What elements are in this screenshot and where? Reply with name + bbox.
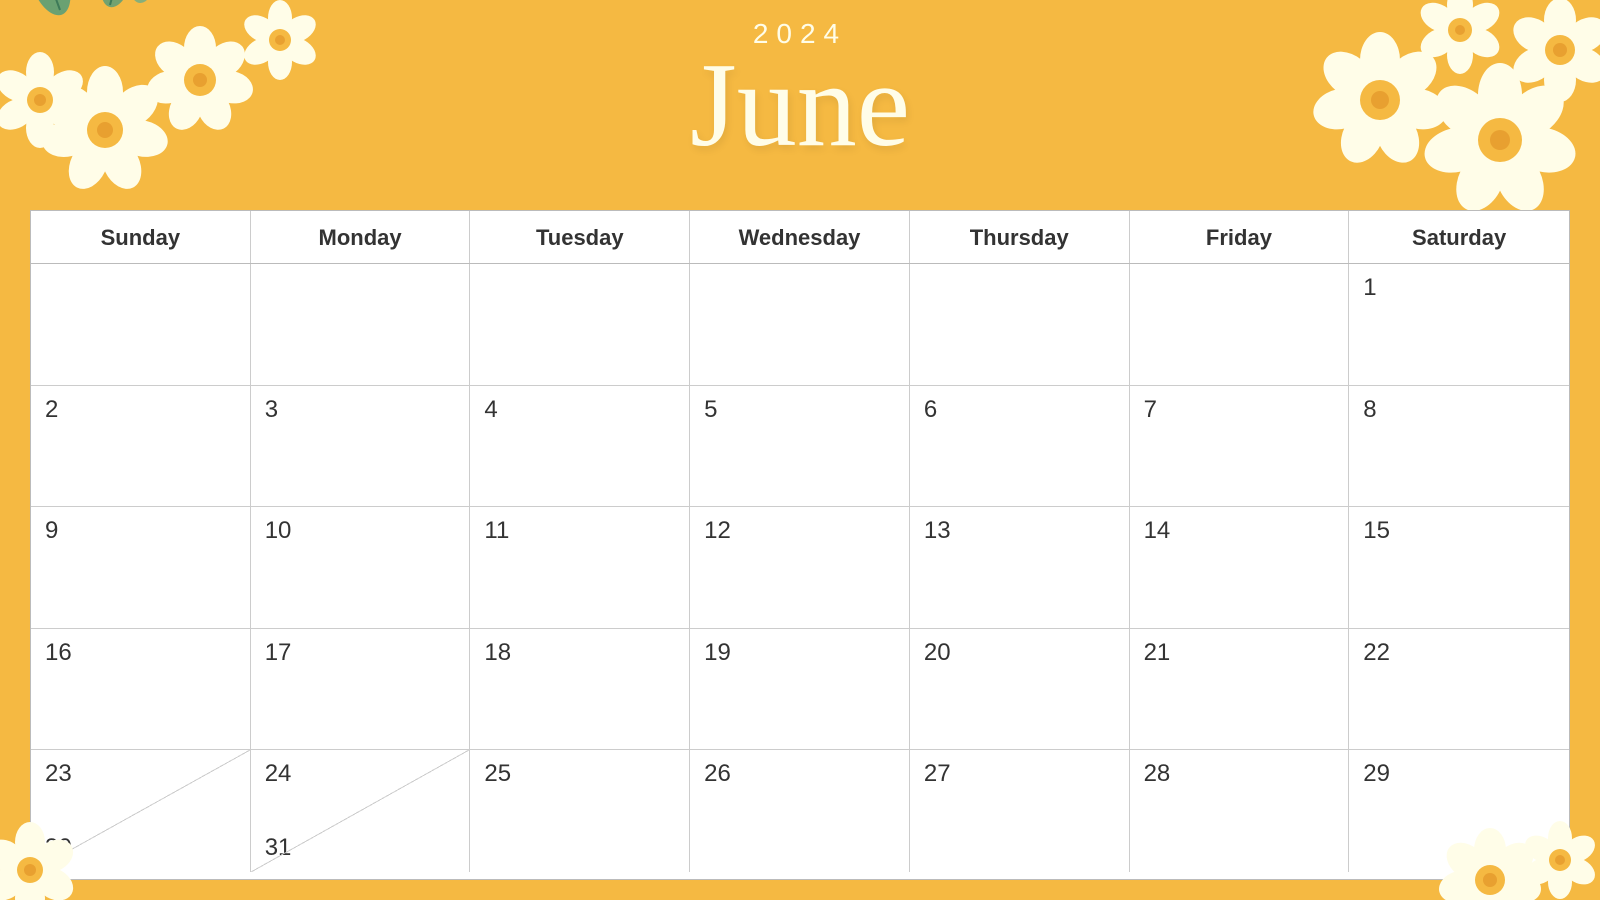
cell-29: 29 [1349,750,1569,872]
cell-2: 2 [31,386,251,508]
cell-26: 26 [690,750,910,872]
cell-empty-4 [690,264,910,386]
cell-10: 10 [251,507,471,629]
cell-12: 12 [690,507,910,629]
header-sunday: Sunday [31,211,251,263]
cell-15: 15 [1349,507,1569,629]
header-monday: Monday [251,211,471,263]
cell-18: 18 [470,629,690,751]
cell-27: 27 [910,750,1130,872]
cell-19: 19 [690,629,910,751]
cell-11: 11 [470,507,690,629]
cell-4: 4 [470,386,690,508]
calendar-cells: 1 2 3 4 5 6 7 8 9 10 11 12 13 14 15 16 1… [31,264,1569,872]
header-thursday: Thursday [910,211,1130,263]
header-friday: Friday [1130,211,1350,263]
cell-17: 17 [251,629,471,751]
cell-24-31: 24 31 [251,750,471,872]
cell-23-30: 23 30 [31,750,251,872]
cell-empty-6 [1130,264,1350,386]
day-headers: Sunday Monday Tuesday Wednesday Thursday… [31,211,1569,264]
cell-28: 28 [1130,750,1350,872]
cell-22: 22 [1349,629,1569,751]
cell-empty-5 [910,264,1130,386]
header-wednesday: Wednesday [690,211,910,263]
cell-25: 25 [470,750,690,872]
cell-21: 21 [1130,629,1350,751]
cell-13: 13 [910,507,1130,629]
cell-8: 8 [1349,386,1569,508]
cell-6: 6 [910,386,1130,508]
cell-empty-1 [31,264,251,386]
cell-5: 5 [690,386,910,508]
cell-14: 14 [1130,507,1350,629]
header-saturday: Saturday [1349,211,1569,263]
cell-empty-3 [470,264,690,386]
cell-9: 9 [31,507,251,629]
calendar-grid: Sunday Monday Tuesday Wednesday Thursday… [30,210,1570,880]
cell-16: 16 [31,629,251,751]
cell-20: 20 [910,629,1130,751]
cell-empty-2 [251,264,471,386]
cell-1: 1 [1349,264,1569,386]
cell-3: 3 [251,386,471,508]
header-tuesday: Tuesday [470,211,690,263]
cell-7: 7 [1130,386,1350,508]
month-label: June [0,45,1600,165]
